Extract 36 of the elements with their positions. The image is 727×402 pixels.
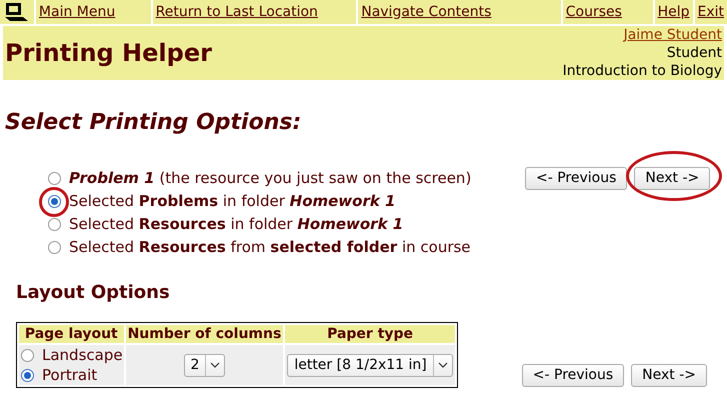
section-heading: Select Printing Options: [5, 109, 302, 137]
computer-icon[interactable] [4, 2, 30, 22]
next-button[interactable]: Next -> [634, 167, 710, 190]
user-link[interactable]: Jaime Student [624, 26, 722, 44]
column-header: Number of columns [126, 325, 282, 343]
option-label: Portrait [42, 365, 98, 385]
section-heading: Layout Options [16, 281, 171, 305]
menu-link[interactable]: Main Menu [36, 0, 151, 24]
radio-button[interactable] [48, 195, 60, 208]
columns-select[interactable]: 2 [184, 354, 226, 376]
menu-link[interactable]: Help [654, 0, 692, 24]
previous-button[interactable]: <- Previous [522, 364, 624, 387]
paper-select[interactable]: letter [8 1/2x11 in] [287, 354, 453, 376]
menu-link[interactable]: Navigate Contents [358, 0, 561, 24]
option-label: Landscape [42, 345, 123, 365]
radio-button[interactable] [48, 218, 60, 231]
menu-link[interactable]: Exit [694, 0, 727, 24]
next-button[interactable]: Next -> [631, 364, 708, 387]
menu-link[interactable]: Courses [562, 0, 653, 24]
page-title: Printing Helper [5, 38, 212, 69]
user-role: Student [666, 44, 722, 62]
radio-button[interactable] [20, 348, 34, 362]
column-header: Page layout [24, 325, 119, 343]
option-label: Problem 1 (the resource you just saw on the screen) [69, 168, 472, 189]
radio-button[interactable] [48, 241, 60, 254]
course-name: Introduction to Biology [562, 62, 722, 80]
radio-button[interactable] [48, 172, 60, 185]
option-label: Selected Resources from selected folder in course [69, 237, 471, 258]
option-label: Selected Problems in folder Homework 1 [69, 191, 396, 212]
chevron-down-icon [438, 362, 448, 368]
chevron-down-icon [210, 362, 220, 368]
previous-button[interactable]: <- Previous [525, 167, 628, 190]
column-header: Paper type [326, 325, 414, 343]
option-label: Selected Resources in folder Homework 1 [69, 214, 404, 235]
menu-link[interactable]: Return to Last Location [152, 0, 356, 24]
radio-button[interactable] [20, 368, 34, 382]
